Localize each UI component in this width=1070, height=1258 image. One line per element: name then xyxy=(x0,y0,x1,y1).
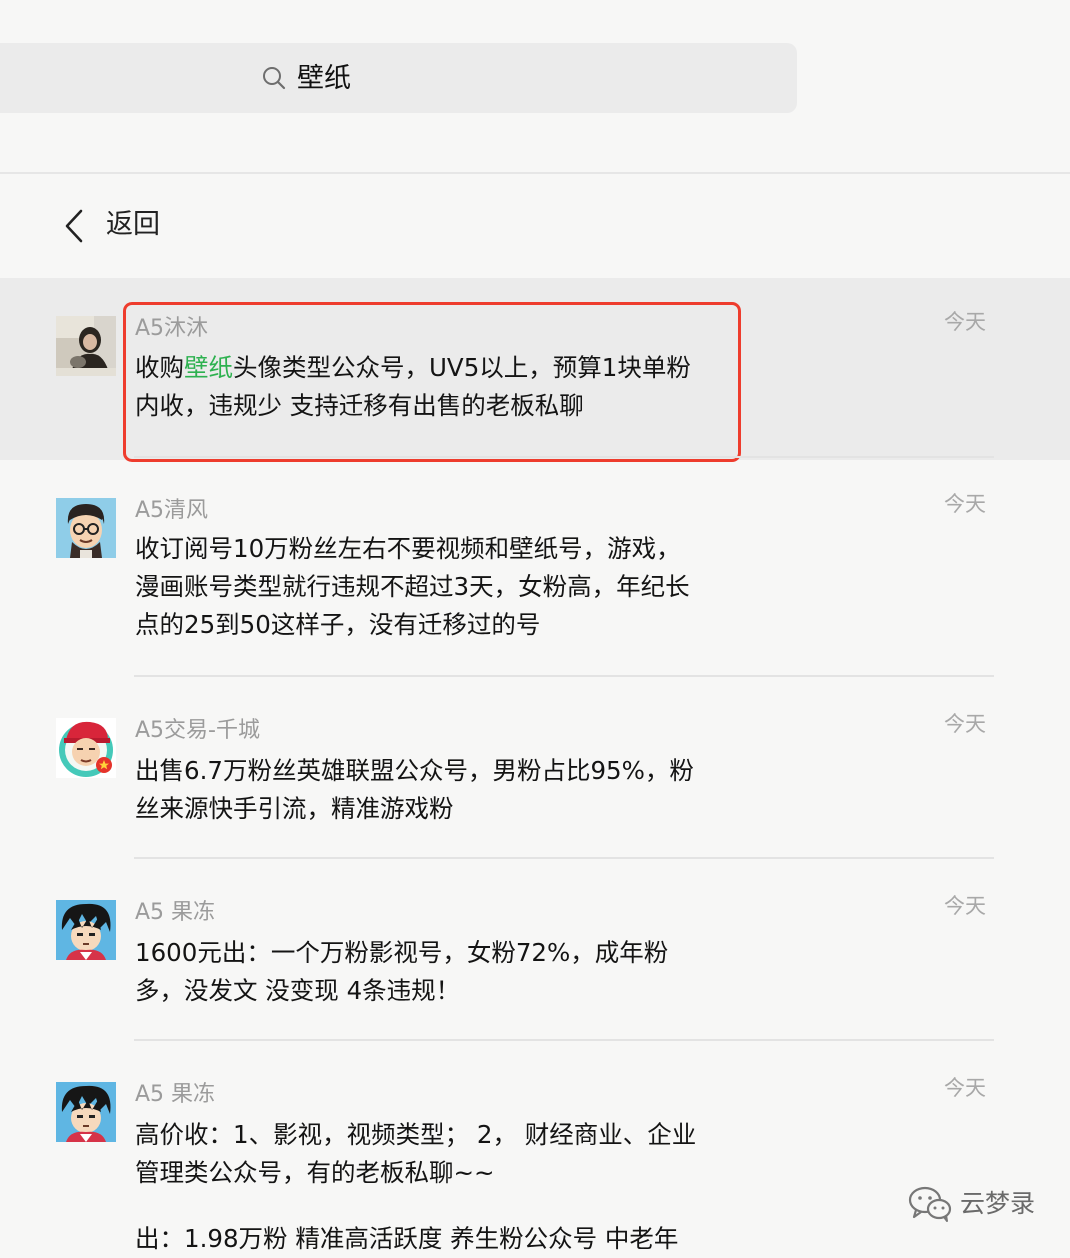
avatar[interactable] xyxy=(56,900,116,960)
highlight-frame xyxy=(123,302,741,462)
message-line: 多，没发文 没变现 4条违规！ xyxy=(135,976,461,1005)
timestamp: 今天 xyxy=(944,712,986,736)
message-line: 1600元出：一个万粉影视号，女粉72%，成年粉 xyxy=(135,938,669,967)
avatar[interactable] xyxy=(56,718,116,778)
message-text: 高价收：1、影视，视频类型； 2， 财经商业、企业 管理类公众号，有的老板私聊~… xyxy=(135,1116,696,1258)
divider xyxy=(134,456,994,458)
search-icon xyxy=(263,67,286,90)
message-line: 管理类公众号，有的老板私聊~~ xyxy=(135,1158,495,1187)
back-row[interactable] xyxy=(0,174,1070,278)
message-line: 丝来源快手引流，精准游戏粉 xyxy=(135,794,454,823)
sender-name: A5 果冻 xyxy=(135,1082,216,1107)
timestamp: 今天 xyxy=(944,492,986,516)
search-input[interactable] xyxy=(0,43,797,113)
sender-name: A5 果冻 xyxy=(135,900,216,925)
back-button[interactable]: 返回 xyxy=(106,205,160,245)
avatar[interactable] xyxy=(56,498,116,558)
message-text: 收订阅号10万粉丝左右不要视频和壁纸号，游戏， 漫画账号类型就行违规不超过3天，… xyxy=(135,530,690,644)
search-query: 壁纸 xyxy=(297,63,351,94)
message-line: 出售6.7万粉丝英雄联盟公众号，男粉占比95%，粉 xyxy=(135,756,694,785)
message-line: 收订阅号10万粉丝左右不要视频和壁纸号，游戏， xyxy=(135,534,681,563)
avatar[interactable] xyxy=(56,316,116,376)
message-text: 1600元出：一个万粉影视号，女粉72%，成年粉 多，没发文 没变现 4条违规！ xyxy=(135,934,668,1010)
message-text: 出售6.7万粉丝英雄联盟公众号，男粉占比95%，粉 丝来源快手引流，精准游戏粉 xyxy=(135,752,694,828)
watermark-text: 云梦录 xyxy=(960,1189,1036,1218)
message-line: 出：1.98万粉 精准高活跃度 养生粉公众号 中老年 xyxy=(135,1224,679,1253)
sender-name: A5交易-千城 xyxy=(135,718,260,743)
avatar[interactable] xyxy=(56,1082,116,1142)
chevron-left-icon[interactable] xyxy=(62,208,86,244)
message-line: 点的25到50这样子，没有迁移过的号 xyxy=(135,610,541,639)
message-line: 高价收：1、影视，视频类型； 2， 财经商业、企业 xyxy=(135,1120,697,1149)
sender-name: A5清风 xyxy=(135,498,209,523)
message-line xyxy=(135,1192,696,1220)
timestamp: 今天 xyxy=(944,1076,986,1100)
timestamp: 今天 xyxy=(944,894,986,918)
wechat-icon xyxy=(908,1186,952,1222)
message-line: 漫画账号类型就行违规不超过3天，女粉高，年纪长 xyxy=(135,572,690,601)
timestamp: 今天 xyxy=(944,310,986,334)
